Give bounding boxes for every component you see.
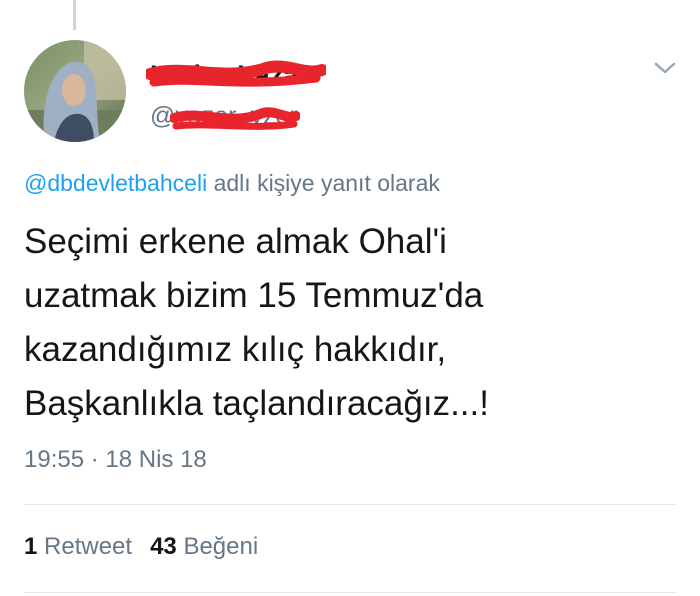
- person-headscarf-avatar-icon: [24, 40, 126, 142]
- tweet-timestamp[interactable]: 19:55 · 18 Nis 18: [24, 446, 207, 474]
- tweet-text-line: Başkanlıkla taçlandıracağız...!: [24, 384, 489, 423]
- reply-context: @dbdevletbahceli adlı kişiye yanıt olara…: [24, 170, 440, 197]
- retweet-count: 1: [24, 533, 38, 560]
- divider: [24, 504, 676, 505]
- tweet-stats: 1 Retweet 43 Beğeni: [24, 533, 258, 561]
- username-handle[interactable]: @yazar_yzer: [150, 102, 298, 131]
- like-label: Beğeni: [183, 533, 259, 560]
- tweet-text-line: Seçimi erkene almak Ohal'i: [24, 222, 447, 261]
- like-stat[interactable]: 43 Beğeni: [150, 533, 258, 560]
- thread-connector-line: [73, 0, 76, 30]
- divider-bottom: [24, 592, 676, 593]
- display-name[interactable]: Hatice Yazar: [150, 60, 309, 91]
- reply-mention-link[interactable]: @dbdevletbahceli: [24, 170, 207, 196]
- tweet-text-line: uzatmak bizim 15 Temmuz'da: [24, 276, 484, 315]
- chevron-down-icon[interactable]: [650, 56, 680, 80]
- tweet-date: 18 Nis 18: [105, 446, 207, 473]
- tweet-time: 19:55: [24, 446, 85, 473]
- reply-suffix: adlı kişiye yanıt olarak: [207, 170, 440, 196]
- retweet-stat[interactable]: 1 Retweet: [24, 533, 132, 560]
- retweet-label: Retweet: [44, 533, 133, 560]
- like-count: 43: [150, 533, 177, 560]
- tweet-text: Seçimi erkene almak Ohal'i uzatmak bizim…: [24, 215, 664, 431]
- tweet-text-line: kazandığımız kılıç hakkıdır,: [24, 330, 447, 369]
- timestamp-separator: ·: [84, 446, 106, 473]
- avatar[interactable]: [24, 40, 126, 142]
